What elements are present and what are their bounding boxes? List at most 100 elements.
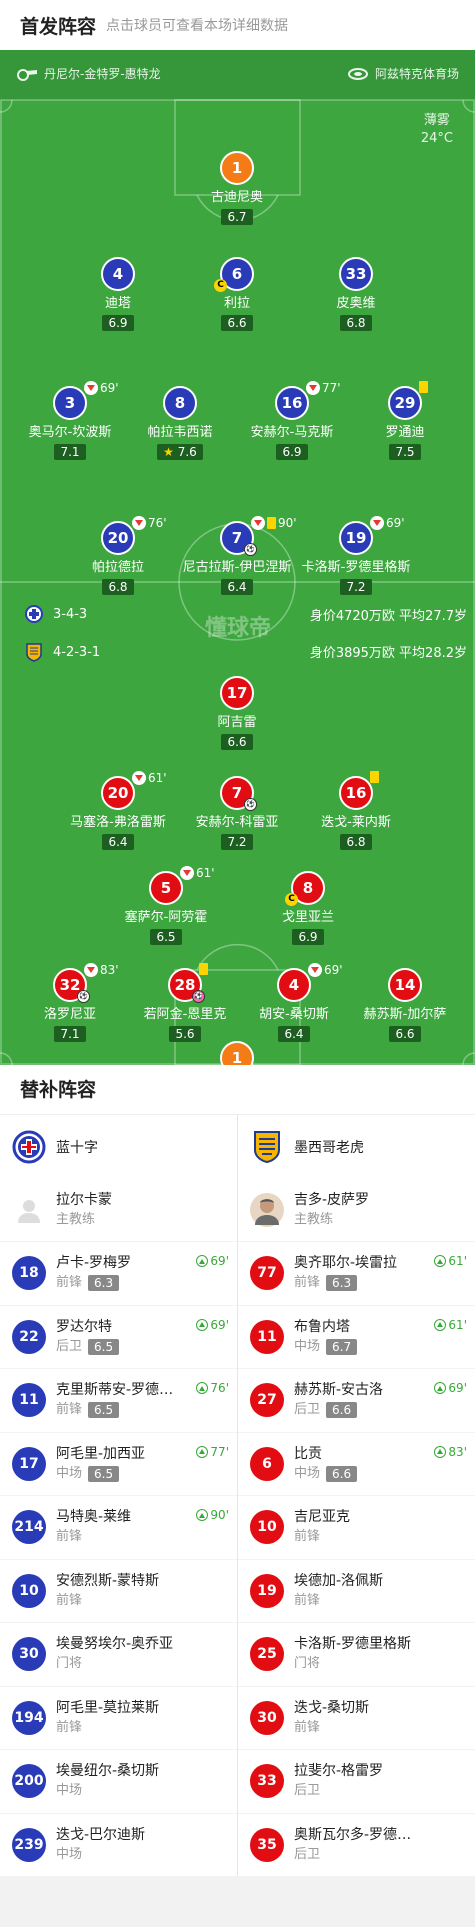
substitute-name: 赫苏斯-安古洛 [294,1382,384,1399]
player-rating: 6.6 [221,734,253,750]
home-value-info: 身价4720万欧 平均27.7岁 [309,609,467,624]
stadium-name: 阿兹特克体育场 [374,67,459,81]
referee-info: 丹尼尔-金特罗-惠特龙 [16,65,161,82]
substitute-row[interactable]: 22 罗达尔特 后卫 6.5 69' [0,1304,237,1369]
substitute-position: 中场 [56,1846,83,1862]
substitute-row[interactable]: 214 马特奥-莱维 前锋 90' [0,1495,237,1559]
substitute-name: 迭戈-巴尔迪斯 [56,1826,146,1843]
substitution-off-icon [180,866,194,880]
rating-value: 6.7 [227,210,247,224]
substitute-row[interactable]: 77 奥齐耶尔-埃雷拉 前锋 6.3 61' [238,1241,475,1305]
jersey-number-badge: 16 [275,386,309,420]
substitute-row[interactable]: 11 克里斯蒂安-罗德里格斯前锋 6.5 76' [0,1368,237,1432]
away-coach[interactable]: 吉多-皮萨罗 主教练 [238,1179,475,1241]
away-player-1[interactable]: 1古斯曼7.6 [172,1041,302,1065]
substitute-row[interactable]: 33 拉斐尔-格雷罗 后卫 [238,1749,475,1813]
home-player-33[interactable]: 33 皮奥维 6.8 [291,257,421,331]
substitute-row[interactable]: 239 迭戈-巴尔迪斯 中场 [0,1812,237,1877]
away-player-17[interactable]: 17 阿吉雷 6.6 [172,676,302,750]
home-player-7[interactable]: 7 90' ⚽ 尼古拉斯-伊巴涅斯 6.4 [172,516,302,595]
player-events [199,963,210,975]
player-rating: 6.8 [340,834,372,850]
home-player-20[interactable]: 20 76' 帕拉德拉 6.8 [53,516,183,595]
away-coach-name: 吉多-皮萨罗 [294,1192,370,1208]
substitute-name: 阿毛里-莫拉莱斯 [56,1699,160,1716]
away-coach-role: 主教练 [294,1212,334,1227]
home-player-29[interactable]: 29 罗通迪 7.5 [340,381,470,460]
substitute-row[interactable]: 25 卡洛斯-罗德里格斯 门将 [238,1622,475,1686]
substitute-row[interactable]: 30 迭戈-桑切斯 前锋 [238,1685,475,1750]
jersey-number-badge: 18 [12,1256,46,1291]
substitute-rating: 6.3 [88,1275,120,1292]
jersey-number-badge: 20 [101,521,135,555]
substitute-name: 埃德加-洛佩斯 [294,1572,384,1589]
home-player-4[interactable]: 4 迪塔 6.9 [53,257,183,331]
substitute-position: 前锋 [56,1719,83,1735]
player-rating: 6.7 [221,209,253,225]
player-events: 77' [306,381,341,395]
substitution-in-time: 90' [196,1508,229,1522]
substitute-row[interactable]: 10 吉尼亚克 前锋 [238,1495,475,1559]
home-player-6[interactable]: 6 C 利拉 6.6 [172,257,302,331]
substitute-row[interactable]: 35 奥斯瓦尔多-罗德里格斯后卫 [238,1812,475,1877]
home-player-19[interactable]: 19 69' 卡洛斯-罗德里格斯 7.2 [291,516,421,595]
rating-value: 6.4 [227,580,247,594]
substitute-row[interactable]: 30 埃曼努埃尔-奥乔亚 门将 [0,1622,237,1686]
substitute-name: 埃曼努埃尔-奥乔亚 [56,1636,174,1653]
home-coach-name: 拉尔卡蒙 [56,1192,112,1208]
substitution-on-icon [196,1382,209,1394]
home-team-row[interactable]: 蓝十字 [0,1115,237,1179]
away-player-16[interactable]: 16 迭戈-莱内斯 6.8 [291,771,421,850]
substitute-name: 拉斐尔-格雷罗 [294,1763,384,1780]
player-events: 76' [132,516,167,530]
home-player-16[interactable]: 16 77' 安赫尔-马克斯 6.9 [227,381,357,460]
substitution-on-icon [434,1382,447,1394]
home-player-1[interactable]: 1 古迪尼奥 6.7 [172,151,302,225]
away-player-20[interactable]: 20 61' 马塞洛-弗洛雷斯 6.4 [53,771,183,850]
substitute-name: 埃曼纽尔-桑切斯 [56,1763,160,1780]
rating-value: 6.4 [284,1027,304,1041]
substitution-time-value: 69' [210,1254,229,1268]
away-player-5[interactable]: 5 61' 塞萨尔-阿劳霍 6.5 [101,866,231,945]
substitute-row[interactable]: 200 埃曼纽尔-桑切斯 中场 [0,1749,237,1813]
stadium-icon [347,67,368,80]
substitute-name: 安德烈斯-蒙特斯 [56,1572,160,1589]
substitute-row[interactable]: 10 安德烈斯-蒙特斯 前锋 [0,1558,237,1623]
substitute-row[interactable]: 194 阿毛里-莫拉莱斯 前锋 [0,1685,237,1750]
rating-value: 7.1 [60,1027,80,1041]
home-player-8[interactable]: 8 帕拉韦西诺 ★ 7.6 [115,386,245,460]
weather-info: 薄雾 24°C [421,112,453,148]
substitute-row[interactable]: 19 埃德加-洛佩斯 前锋 [238,1558,475,1623]
substitutes-section: 替补阵容 蓝十字 拉尔卡蒙 主教练 18 卢卡-罗梅罗 前锋 6.3 69' 22 罗达尔特… [0,1065,475,1876]
player-name: 卡洛斯-罗德里格斯 [301,560,411,575]
player-name: 尼古拉斯-伊巴涅斯 [182,560,292,575]
whistle-icon [17,68,37,81]
substitute-row[interactable]: 18 卢卡-罗梅罗 前锋 6.3 69' [0,1241,237,1305]
home-coach[interactable]: 拉尔卡蒙 主教练 [0,1179,237,1241]
pitch: 丹尼尔-金特罗-惠特龙 阿兹特克体育场 薄雾 24°C 懂球帝 3-4-3 身价… [0,50,475,1065]
player-events: 61' [132,771,167,785]
away-player-14[interactable]: 14 赫苏斯-加尔萨 6.6 [340,968,470,1042]
home-formation: 3-4-3 [25,605,87,623]
substitute-rating: 6.6 [326,1465,358,1482]
substitute-row[interactable]: 17 阿毛里-加西亚 中场 6.5 77' [0,1431,237,1496]
yellow-card-icon [199,963,208,975]
substitute-position: 门将 [56,1656,83,1672]
substitute-row[interactable]: 27 赫苏斯-安古洛 后卫 6.6 69' [238,1368,475,1432]
home-team-name: 蓝十字 [56,1140,98,1156]
away-player-32[interactable]: 32 83' ⚽ 洛罗尼亚 7.1 [5,963,135,1042]
jersey-number-badge: 1 [220,151,254,185]
player-name: 迭戈-莱内斯 [321,815,391,830]
away-player-8[interactable]: 8 C 戈里亚兰 6.9 [243,871,373,945]
substitution-on-icon [434,1255,447,1267]
substitute-row[interactable]: 11 布鲁内塔 中场 6.7 61' [238,1304,475,1369]
away-team-row[interactable]: 墨西哥老虎 [238,1115,475,1179]
away-player-7[interactable]: 7 ⚽ 安赫尔-科雷亚 7.2 [172,776,302,850]
jersey-number-badge: 11 [12,1383,46,1418]
substitute-name: 卡洛斯-罗德里格斯 [294,1636,412,1653]
captain-icon: C [214,279,227,292]
substitute-row[interactable]: 6 比贡 中场 6.6 83' [238,1431,475,1496]
substitute-position: 前锋 [56,1402,83,1418]
player-name: 戈里亚兰 [281,910,334,925]
player-rating: 7.5 [389,444,421,460]
